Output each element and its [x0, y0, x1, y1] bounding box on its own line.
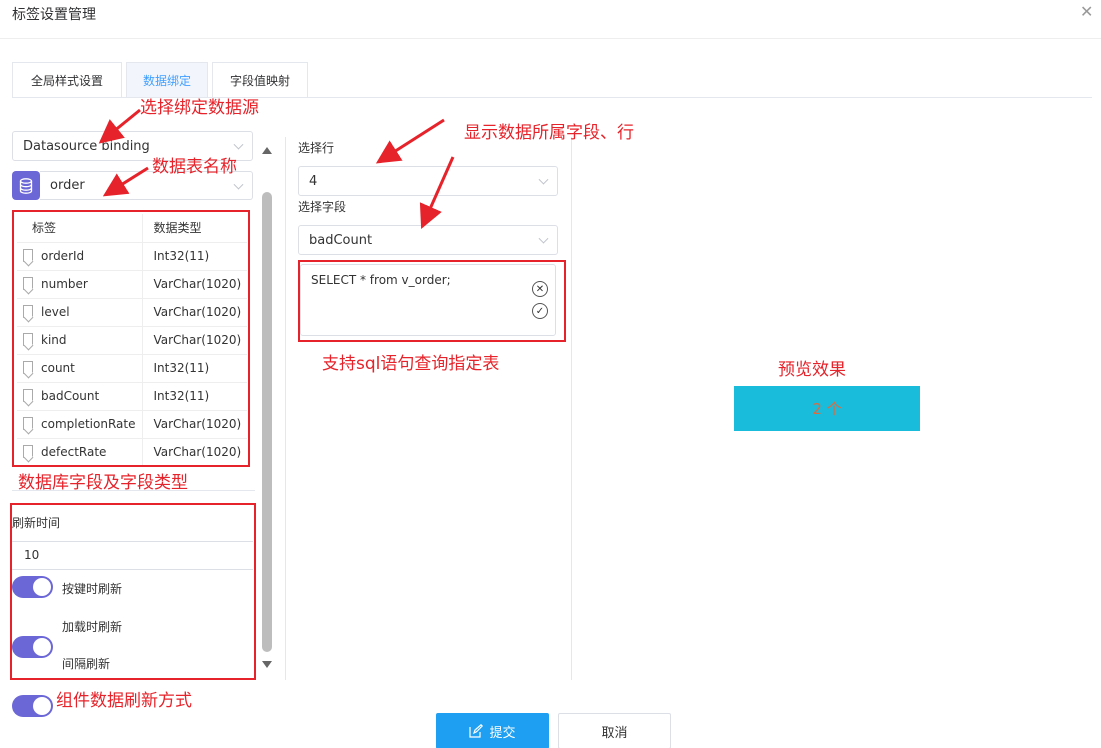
- annotation-arrows: [98, 108, 455, 229]
- edit-icon: [469, 724, 484, 738]
- submit-button[interactable]: 提交: [436, 713, 549, 748]
- cancel-button[interactable]: 取消: [558, 713, 671, 748]
- arrow-row: [375, 118, 445, 164]
- arrow-table-name: [102, 166, 149, 197]
- submit-button-label: 提交: [489, 725, 516, 741]
- cancel-button-label: 取消: [601, 725, 628, 741]
- arrow-field: [419, 156, 455, 229]
- arrow-datasource: [98, 108, 141, 144]
